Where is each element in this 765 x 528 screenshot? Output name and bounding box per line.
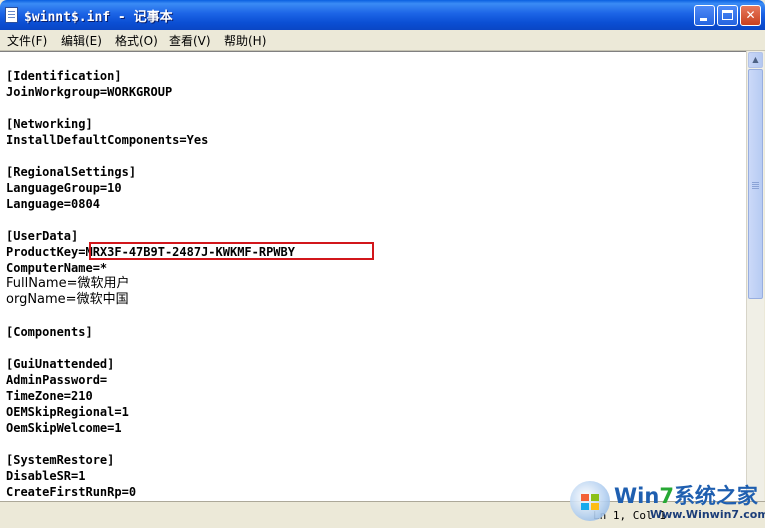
menu-view[interactable]: 查看(V) (169, 32, 211, 49)
product-key-highlight (89, 242, 374, 260)
close-icon: ✕ (745, 8, 756, 22)
title-bar[interactable]: $winnt$.inf - 记事本 ✕ (0, 0, 765, 30)
close-button[interactable]: ✕ (740, 5, 761, 26)
text-line: [UserData] (6, 229, 79, 243)
notepad-window: $winnt$.inf - 记事本 ✕ 文件(F) 编辑(E) 格式(O) 查看… (0, 0, 765, 528)
text-line: OemSkipWelcome=1 (6, 421, 122, 435)
notepad-icon[interactable] (5, 7, 18, 23)
maximize-button[interactable] (717, 5, 738, 26)
text-line: JoinWorkgroup=WORKGROUP (6, 85, 173, 99)
maximize-icon (722, 10, 733, 20)
windows-logo-icon (570, 481, 610, 521)
text-line: OEMSkipRegional=1 (6, 405, 129, 419)
text-line: [Identification] (6, 69, 122, 83)
window-title: $winnt$.inf - 记事本 (24, 10, 173, 25)
menu-format[interactable]: 格式(O) (115, 32, 158, 49)
text-line: LanguageGroup=10 (6, 181, 122, 195)
scroll-thumb[interactable] (748, 69, 763, 299)
text-line: Language=0804 (6, 197, 100, 211)
text-line: CreateFirstRunRp=0 (6, 485, 137, 499)
arrow-up-icon: ▲ (752, 55, 759, 64)
text-line: orgName=微软中国 (6, 292, 129, 307)
watermark: Win7系统之家 Www.Winwin7.com (570, 478, 765, 528)
text-line: [Components] (6, 325, 93, 339)
scroll-up-button[interactable]: ▲ (748, 52, 763, 68)
text-line: [SystemRestore] (6, 453, 115, 467)
text-line: [GuiUnattended] (6, 357, 115, 371)
menu-edit[interactable]: 编辑(E) (61, 32, 102, 49)
watermark-brand: Win7系统之家 (614, 484, 758, 508)
grip-icon (752, 182, 759, 183)
text-line: TimeZone=210 (6, 389, 93, 403)
windows-flag-icon (581, 494, 599, 510)
menu-file[interactable]: 文件(F) (7, 32, 47, 49)
minimize-button[interactable] (694, 5, 715, 26)
text-line: InstallDefaultComponents=Yes (6, 133, 209, 147)
text-line: DisableSR=1 (6, 469, 86, 483)
text-line: ComputerName=* (6, 261, 108, 275)
watermark-url: Www.Winwin7.com (650, 508, 765, 521)
menu-bar: 文件(F) 编辑(E) 格式(O) 查看(V) 帮助(H) (0, 30, 765, 51)
menu-help[interactable]: 帮助(H) (224, 32, 266, 49)
text-line: [Networking] (6, 117, 93, 131)
minimize-icon (700, 18, 707, 21)
vertical-scrollbar[interactable]: ▲ (746, 51, 764, 501)
text-editor[interactable]: [Identification] JoinWorkgroup=WORKGROUP… (0, 51, 747, 502)
text-line: AdminPassword= (6, 373, 108, 387)
text-line: [RegionalSettings] (6, 165, 137, 179)
text-line: FullName=微软用户 (6, 276, 130, 291)
